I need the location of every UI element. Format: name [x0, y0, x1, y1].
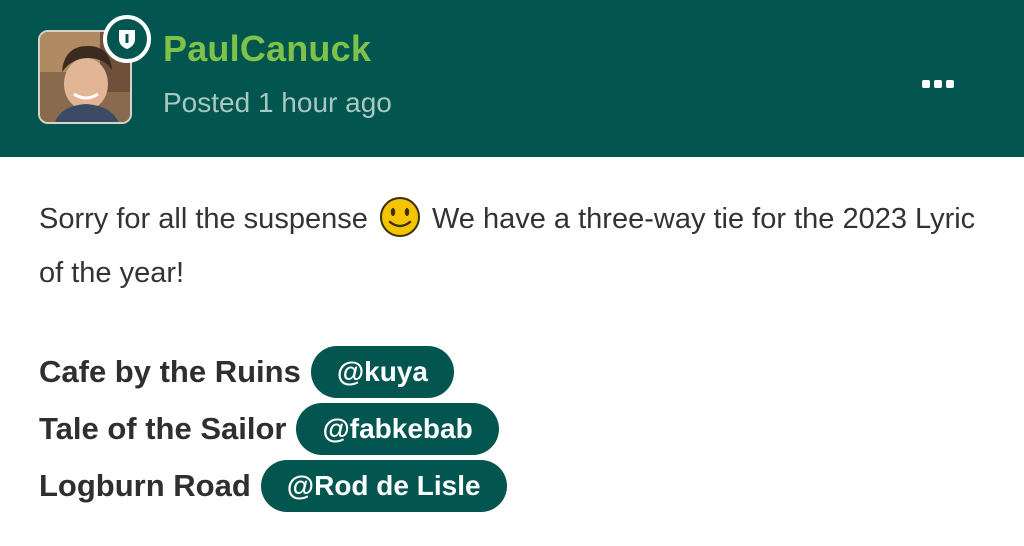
shield-icon: [119, 30, 135, 49]
mention-chip[interactable]: @Rod de Lisle: [260, 460, 507, 512]
list-item: Logburn Road @Rod de Lisle: [39, 460, 507, 512]
post-text-intro: Sorry for all the suspense: [39, 203, 368, 235]
lyric-title: Tale of the Sailor: [39, 411, 287, 446]
lyric-title: Cafe by the Ruins: [39, 354, 301, 389]
mention-chip[interactable]: @fabkebab: [296, 403, 499, 455]
smiley-icon: [379, 197, 420, 238]
lyric-title: Logburn Road: [39, 468, 251, 503]
list-item: Tale of the Sailor @fabkebab: [39, 403, 499, 455]
moderator-badge: [103, 15, 151, 63]
list-item: Cafe by the Ruins @kuya: [39, 346, 454, 398]
post-body: Sorry for all the suspense We have a thr…: [39, 192, 999, 300]
more-options-button[interactable]: [912, 70, 964, 98]
username-link[interactable]: PaulCanuck: [163, 28, 371, 70]
post-timestamp: Posted 1 hour ago: [163, 87, 392, 118]
mention-chip[interactable]: @kuya: [310, 346, 454, 398]
ellipsis-icon: [922, 80, 930, 88]
post-header: PaulCanuck Posted 1 hour ago: [0, 0, 1024, 157]
